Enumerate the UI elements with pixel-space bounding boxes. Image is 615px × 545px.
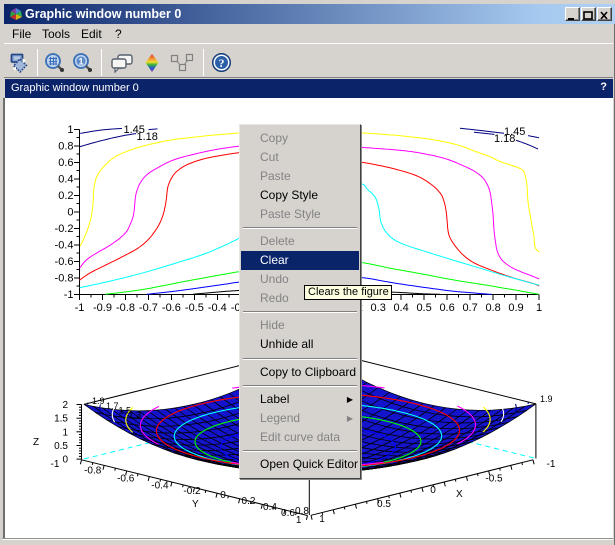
svg-text:-0.5: -0.5: [485, 474, 503, 485]
svg-text:-1: -1: [547, 459, 556, 470]
svg-text:1.18: 1.18: [494, 133, 515, 145]
svg-text:0.4: 0.4: [58, 173, 73, 185]
svg-text:Y: Y: [192, 499, 199, 510]
svg-text:0.8: 0.8: [485, 302, 500, 314]
svg-text:2: 2: [62, 400, 68, 411]
svg-text:1.3: 1.3: [129, 410, 142, 420]
svg-text:0.2: 0.2: [242, 496, 256, 507]
svg-text:-1: -1: [64, 289, 74, 301]
svg-text:0.5: 0.5: [416, 302, 431, 314]
svg-text:-0.4: -0.4: [55, 239, 74, 251]
svg-text:-0.9: -0.9: [93, 302, 112, 314]
svg-text:0.4: 0.4: [263, 502, 277, 513]
svg-text:-1: -1: [75, 302, 85, 314]
svg-text:0.6: 0.6: [281, 508, 295, 519]
svg-text:?: ?: [219, 56, 225, 70]
svg-text:-0.5: -0.5: [185, 302, 204, 314]
svg-text:-0.6: -0.6: [55, 256, 74, 268]
svg-text:0.8: 0.8: [58, 140, 73, 152]
svg-text:0.9: 0.9: [508, 302, 523, 314]
svg-text:0: 0: [62, 455, 68, 466]
svg-text:1.7: 1.7: [106, 401, 119, 411]
svg-text:0.5: 0.5: [377, 499, 391, 510]
svg-text:-0.2: -0.2: [55, 223, 74, 235]
svg-text:X: X: [456, 489, 463, 500]
svg-text:-0.4: -0.4: [151, 481, 169, 492]
svg-text:0: 0: [430, 485, 436, 496]
svg-text:0.6: 0.6: [58, 157, 73, 169]
svg-text:1: 1: [319, 514, 325, 525]
svg-text:0: 0: [67, 206, 73, 218]
svg-text:Z: Z: [33, 437, 39, 448]
svg-text:-0.4: -0.4: [208, 302, 227, 314]
svg-text:-1: -1: [51, 459, 60, 470]
svg-text:1.9: 1.9: [92, 396, 105, 406]
svg-text:1: 1: [536, 302, 542, 314]
svg-text:-0.8: -0.8: [55, 272, 74, 284]
svg-text:1.18: 1.18: [137, 131, 158, 143]
svg-text:0.4: 0.4: [393, 302, 408, 314]
svg-text:-0.8: -0.8: [116, 302, 135, 314]
svg-text:1.9: 1.9: [540, 394, 553, 404]
svg-text:1: 1: [67, 124, 73, 136]
svg-text:0.2: 0.2: [58, 190, 73, 202]
svg-text:1: 1: [62, 427, 68, 438]
svg-text:0.5: 0.5: [54, 441, 68, 452]
svg-text:-0.6: -0.6: [117, 473, 135, 484]
svg-text:0.3: 0.3: [371, 302, 386, 314]
svg-text:-0.2: -0.2: [183, 486, 201, 497]
svg-text:0: 0: [220, 490, 226, 501]
svg-text:1: 1: [296, 515, 302, 526]
svg-text:-0.6: -0.6: [162, 302, 181, 314]
svg-text:1.5: 1.5: [54, 414, 68, 425]
svg-text:0.7: 0.7: [462, 302, 477, 314]
svg-text:0.6: 0.6: [439, 302, 454, 314]
svg-text:1: 1: [78, 57, 83, 67]
svg-text:-0.8: -0.8: [84, 465, 102, 476]
svg-text:-0.7: -0.7: [139, 302, 158, 314]
